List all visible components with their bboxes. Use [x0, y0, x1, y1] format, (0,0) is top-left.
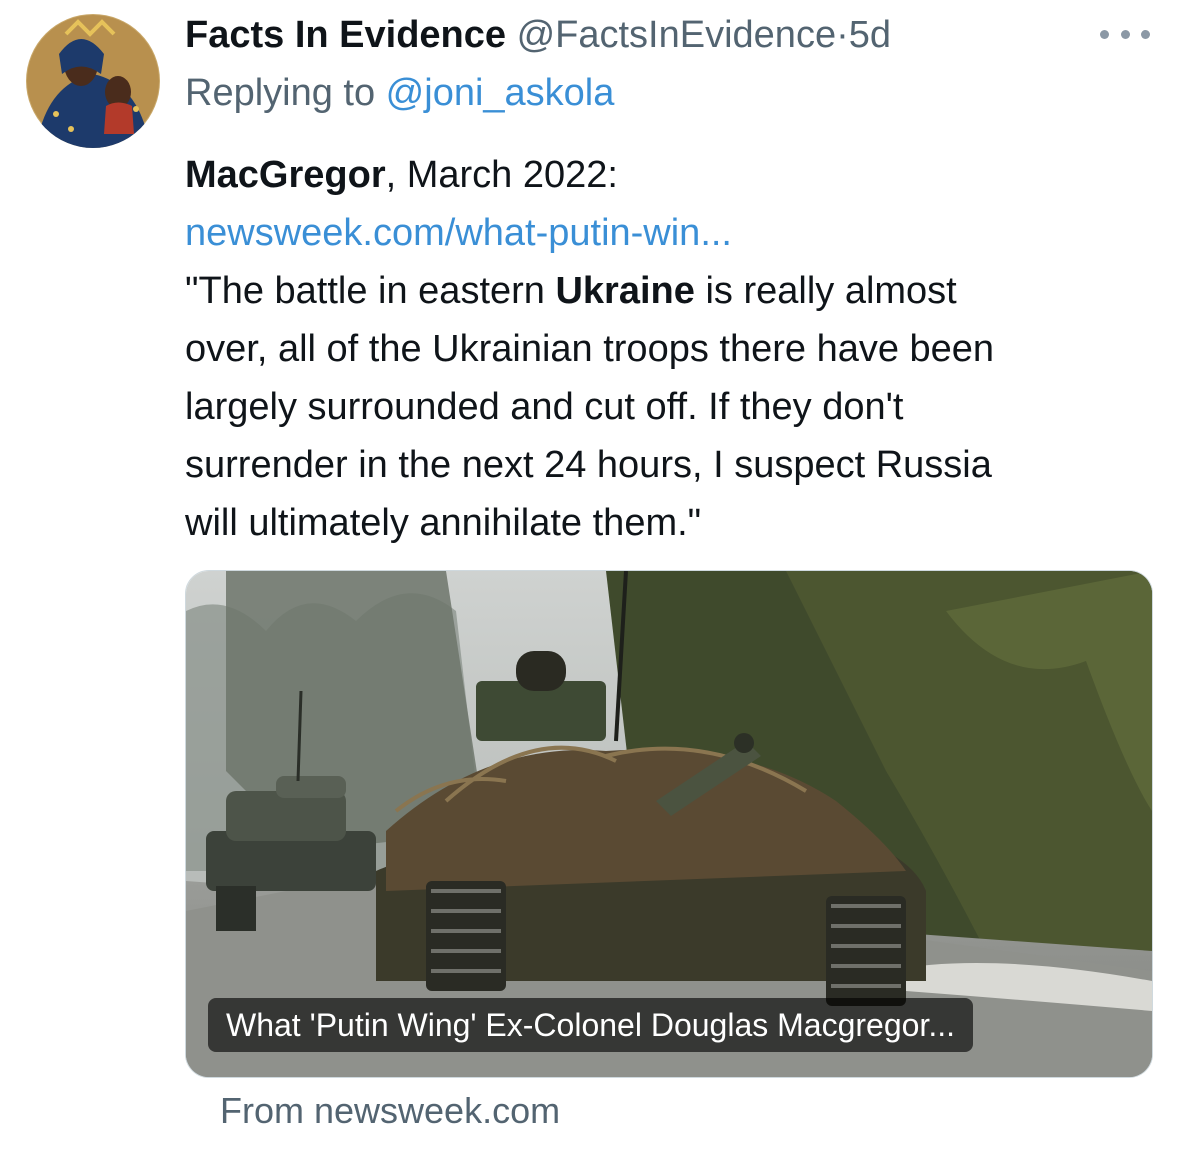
- body-line-3-pre: "The battle in eastern: [185, 270, 556, 312]
- more-horizontal-icon[interactable]: [1100, 22, 1150, 46]
- body-line-3-post: is really almost: [694, 270, 957, 312]
- tweet-body: MacGregor, March 2022: newsweek.com/what…: [185, 146, 1165, 552]
- body-line-3: "The battle in eastern Ukraine is really…: [185, 262, 1165, 320]
- link-card-source[interactable]: From newsweek.com: [220, 1088, 560, 1134]
- replying-to-label: Replying to: [185, 72, 386, 114]
- body-bold-macgregor: MacGregor: [185, 154, 386, 196]
- body-line-1: MacGregor, March 2022:: [185, 146, 1165, 204]
- link-card-title[interactable]: What 'Putin Wing' Ex-Colonel Douglas Mac…: [208, 998, 973, 1052]
- avatar[interactable]: [26, 14, 160, 148]
- separator-dot: ·: [836, 14, 849, 56]
- body-line-4: over, all of the Ukrainian troops there …: [185, 328, 995, 370]
- reply-handle-link[interactable]: @joni_askola: [386, 72, 615, 114]
- author-handle[interactable]: @FactsInEvidence: [517, 14, 837, 56]
- body-bold-ukraine: Ukraine: [555, 270, 695, 312]
- body-line-5: largely surrounded and cut off. If they …: [185, 386, 904, 428]
- article-link[interactable]: newsweek.com/what-putin-win...: [185, 204, 1165, 262]
- tweet-time[interactable]: 5d: [849, 14, 891, 56]
- replying-to: Replying to @joni_askola: [185, 70, 614, 116]
- body-line-1-rest: , March 2022:: [385, 154, 618, 196]
- body-line-7: will ultimately annihilate them.": [185, 502, 702, 544]
- author-name[interactable]: Facts In Evidence: [185, 14, 506, 56]
- body-line-6: surrender in the next 24 hours, I suspec…: [185, 444, 992, 486]
- tweet-header: Facts In Evidence @FactsInEvidence·5d: [185, 12, 891, 58]
